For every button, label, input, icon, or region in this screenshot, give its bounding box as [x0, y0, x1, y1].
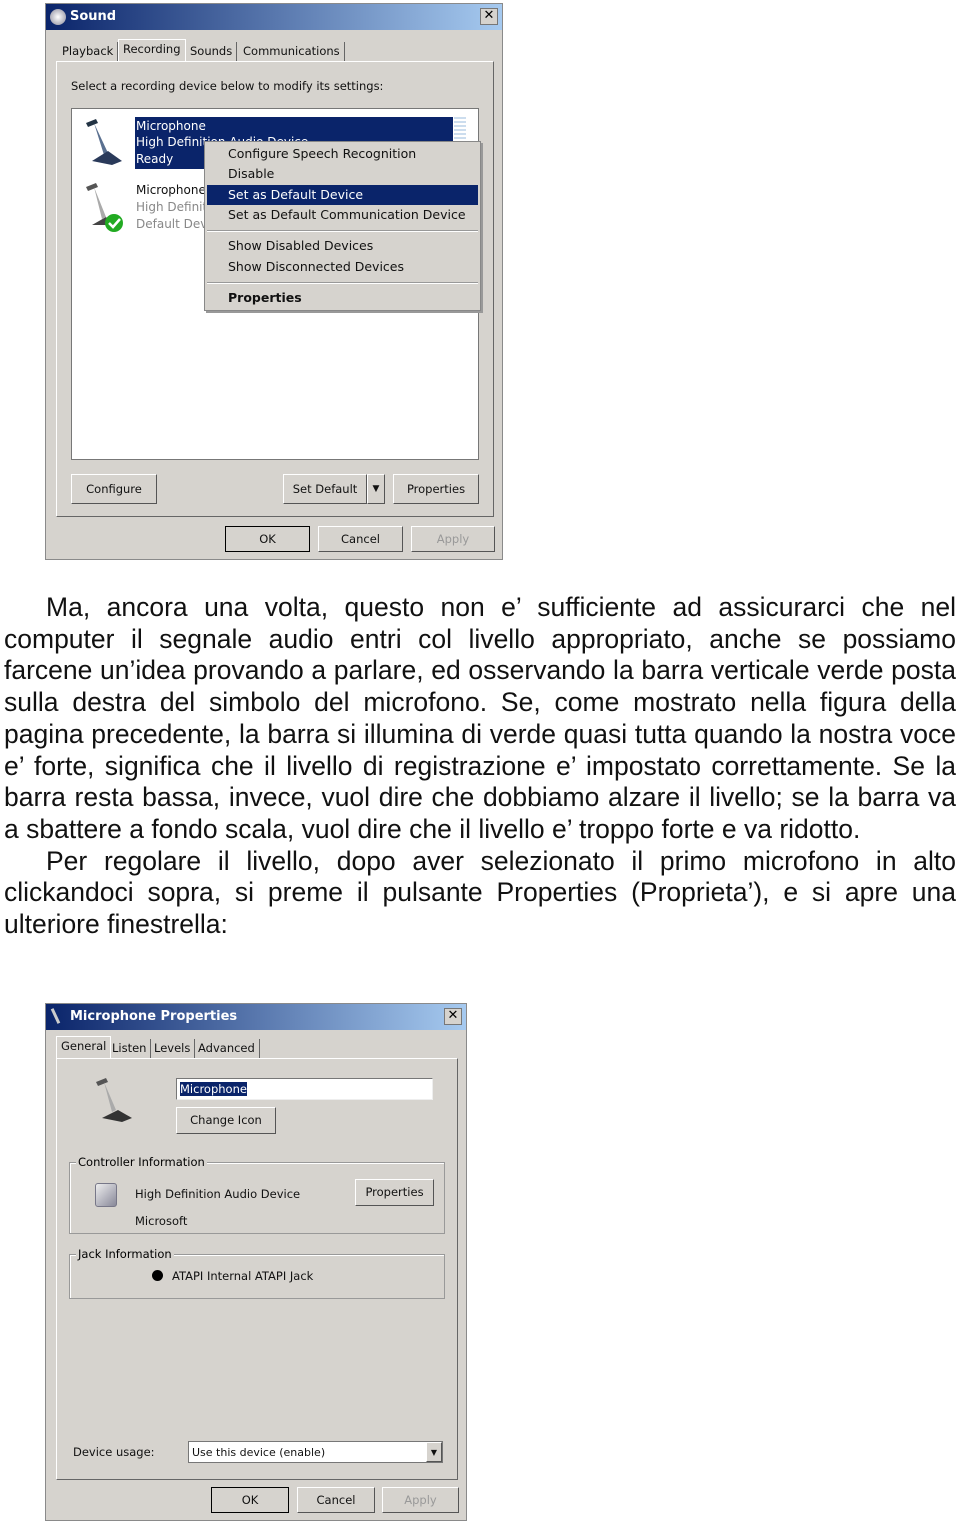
speaker-icon	[50, 9, 66, 25]
properties-button[interactable]: Properties	[393, 474, 479, 504]
instruction-text: Select a recording device below to modif…	[71, 79, 384, 93]
cancel-button[interactable]: Cancel	[297, 1487, 375, 1513]
menu-separator	[207, 230, 478, 232]
controller-information-group: Controller Information High Definition A…	[69, 1155, 445, 1234]
ok-button[interactable]: OK	[225, 526, 310, 552]
jack-name: ATAPI Internal ATAPI Jack	[172, 1269, 314, 1283]
microphone-icon	[86, 119, 122, 165]
menu-separator	[207, 282, 478, 284]
menu-set-default-device[interactable]: Set as Default Device	[207, 185, 478, 205]
tab-listen[interactable]: Listen	[108, 1039, 152, 1058]
microphone-default-icon	[86, 183, 123, 232]
apply-button[interactable]: Apply	[382, 1487, 459, 1513]
set-default-dropdown[interactable]: ▼	[367, 474, 385, 504]
dialog-title: Microphone Properties	[70, 1009, 238, 1024]
microphone-icon	[50, 1008, 61, 1024]
menu-configure-speech[interactable]: Configure Speech Recognition	[207, 144, 478, 164]
microphone-icon	[96, 1078, 132, 1122]
body-text: Ma, ancora una volta, questo non e’ suff…	[4, 592, 956, 941]
device-status: Default Devi	[136, 217, 211, 231]
title-bar: Microphone Properties ✕	[46, 1004, 466, 1030]
device-usage-value: Use this device (enable)	[192, 1446, 326, 1459]
paragraph: Ma, ancora una volta, questo non e’ suff…	[4, 592, 956, 844]
tab-levels[interactable]: Levels	[150, 1039, 196, 1058]
paragraph: Per regolare il livello, dopo aver selez…	[4, 845, 956, 940]
context-menu: Configure Speech Recognition Disable Set…	[204, 141, 481, 311]
controller-name: High Definition Audio Device	[135, 1187, 301, 1201]
microphone-properties-dialog: Microphone Properties ✕ General Listen L…	[45, 1003, 467, 1521]
level-meter	[454, 117, 466, 143]
device-name: Microphone	[136, 119, 206, 133]
menu-show-disabled[interactable]: Show Disabled Devices	[207, 236, 478, 256]
apply-button[interactable]: Apply	[411, 526, 495, 552]
dialog-title: Sound	[70, 9, 117, 24]
close-button[interactable]: ✕	[480, 8, 498, 25]
change-icon-button[interactable]: Change Icon	[176, 1107, 276, 1134]
menu-disable[interactable]: Disable	[207, 164, 478, 184]
device-usage-select[interactable]: Use this device (enable) ▼	[188, 1441, 443, 1463]
device-usage-label: Device usage:	[73, 1445, 155, 1459]
close-button[interactable]: ✕	[444, 1008, 462, 1025]
group-label: Controller Information	[76, 1155, 207, 1169]
controller-properties-button[interactable]: Properties	[355, 1179, 434, 1206]
chevron-down-icon[interactable]: ▼	[426, 1442, 442, 1462]
menu-properties[interactable]: Properties	[207, 288, 478, 308]
tab-advanced[interactable]: Advanced	[194, 1039, 260, 1058]
ok-button[interactable]: OK	[211, 1487, 289, 1513]
tab-sounds[interactable]: Sounds	[186, 42, 238, 61]
menu-set-default-communication[interactable]: Set as Default Communication Device	[207, 205, 478, 225]
group-label: Jack Information	[76, 1247, 174, 1261]
menu-show-disconnected[interactable]: Show Disconnected Devices	[207, 257, 478, 277]
title-bar: Sound ✕	[46, 4, 502, 30]
device-status: Ready	[136, 152, 174, 166]
tab-general[interactable]: General	[56, 1036, 112, 1058]
sound-dialog: Sound ✕ Playback Recording Sounds Commun…	[45, 3, 503, 560]
device-name-input[interactable]: Microphone	[176, 1078, 433, 1100]
cancel-button[interactable]: Cancel	[318, 526, 403, 552]
set-default-button[interactable]: Set Default	[283, 474, 367, 504]
tab-playback[interactable]: Playback	[58, 42, 119, 61]
device-name: Microphone	[136, 183, 206, 197]
tab-communications[interactable]: Communications	[239, 42, 345, 61]
configure-button[interactable]: Configure	[71, 474, 157, 504]
device-name-value: Microphone	[180, 1082, 247, 1096]
tab-recording[interactable]: Recording	[118, 39, 186, 61]
jack-information-group: Jack Information ATAPI Internal ATAPI Ja…	[69, 1247, 445, 1299]
jack-dot-icon	[152, 1270, 163, 1281]
speaker-icon	[95, 1183, 117, 1207]
device-driver: High Definiti	[136, 200, 211, 214]
controller-vendor: Microsoft	[135, 1214, 188, 1228]
